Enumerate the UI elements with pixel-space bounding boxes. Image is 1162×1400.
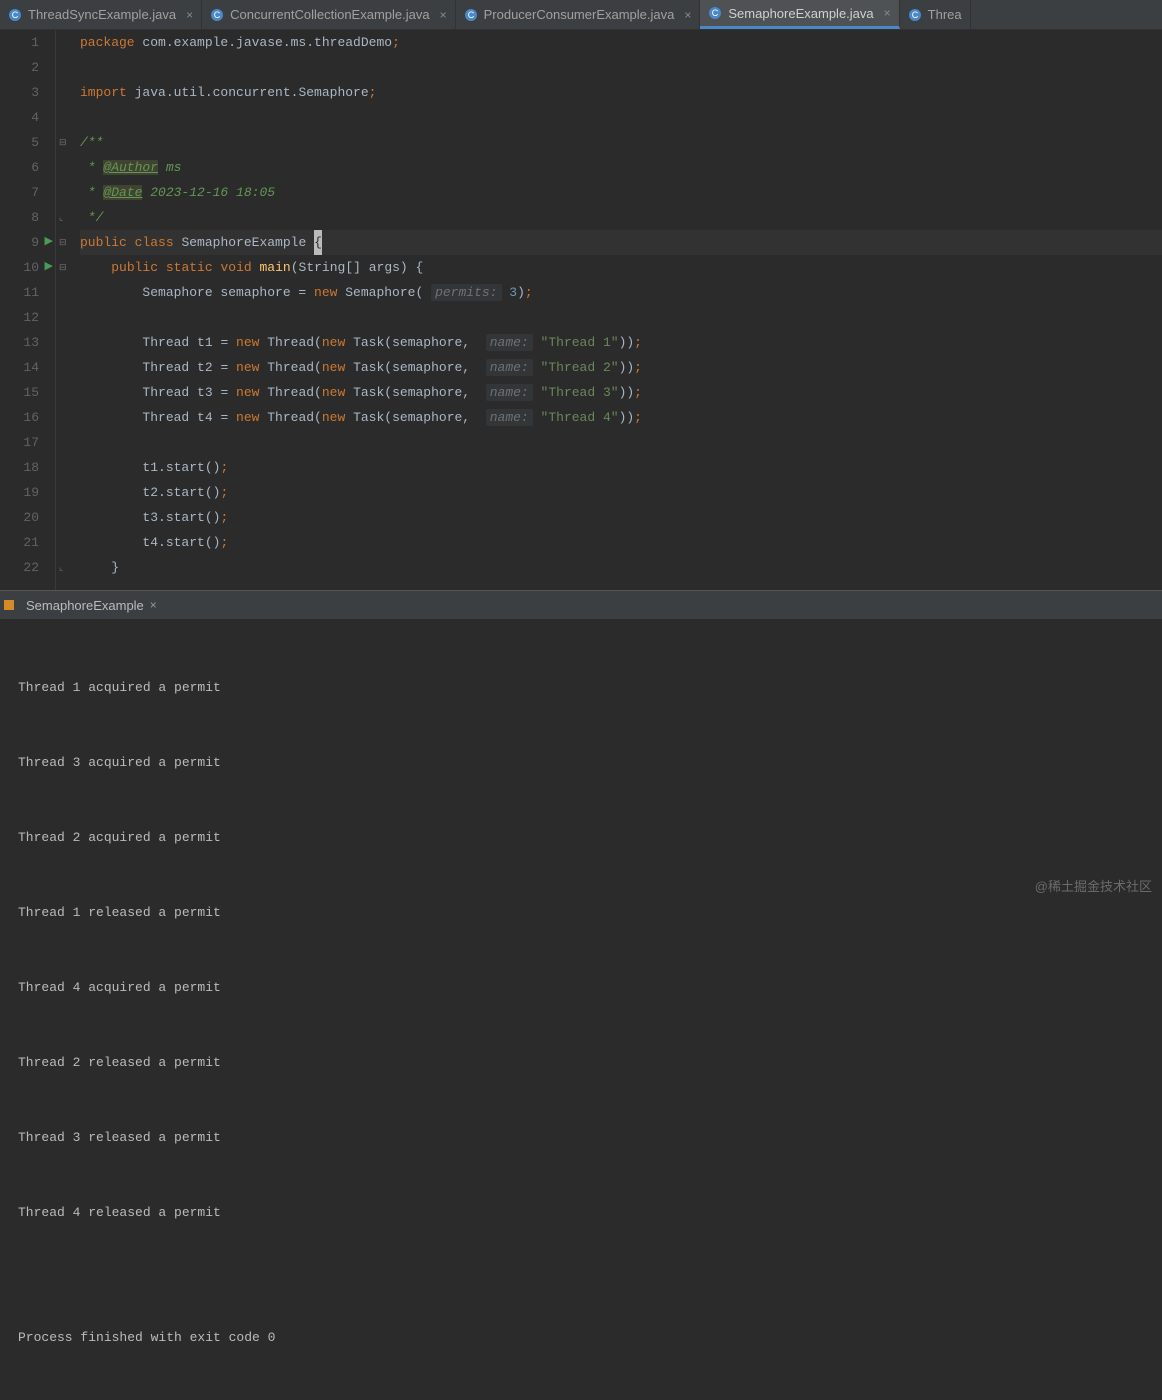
fold-column: ⊟ ⌞ ⊟ ⊟ ⌞ <box>56 30 72 590</box>
console-output[interactable]: Thread 1 acquired a permit Thread 3 acqu… <box>0 619 1162 899</box>
line-number: 3 <box>31 80 39 105</box>
inline-hint: permits: <box>431 284 501 301</box>
line-number: 11 <box>23 280 39 305</box>
console-line: Thread 4 acquired a permit <box>18 975 1144 1000</box>
fold-icon[interactable]: ⊟ <box>59 238 69 248</box>
line-number: 10▶ <box>23 255 39 280</box>
line-number: 19 <box>23 480 39 505</box>
run-tab-bar: SemaphoreExample × <box>0 591 1162 619</box>
console-line: Thread 2 released a permit <box>18 1050 1144 1075</box>
console-line: Thread 1 released a permit <box>18 900 1144 925</box>
line-number-gutter: 1 2 3 4 5 6 7 8 9▶ 10▶ 11 12 13 14 15 16… <box>0 30 56 590</box>
line-number: 21 <box>23 530 39 555</box>
console-line: Thread 2 acquired a permit <box>18 825 1144 850</box>
svg-text:C: C <box>12 10 19 20</box>
line-number: 18 <box>23 455 39 480</box>
line-number: 12 <box>23 305 39 330</box>
run-config-icon <box>4 600 14 610</box>
console-line: Thread 4 released a permit <box>18 1200 1144 1225</box>
inline-hint: name: <box>486 384 533 401</box>
line-number: 4 <box>31 105 39 130</box>
fold-end-icon[interactable]: ⌞ <box>59 213 69 223</box>
current-line: public class SemaphoreExample { <box>80 230 1162 255</box>
java-class-icon: C <box>708 6 722 20</box>
fold-end-icon[interactable]: ⌞ <box>59 563 69 573</box>
inline-hint: name: <box>486 334 533 351</box>
line-number: 14 <box>23 355 39 380</box>
run-gutter-icon[interactable]: ▶ <box>45 230 53 255</box>
tab-label: ConcurrentCollectionExample.java <box>230 7 429 22</box>
close-icon[interactable]: × <box>684 8 691 22</box>
console-line: Process finished with exit code 0 <box>18 1325 1144 1350</box>
code-area[interactable]: package com.example.javase.ms.threadDemo… <box>72 30 1162 590</box>
run-gutter-icon[interactable]: ▶ <box>45 255 53 280</box>
svg-text:C: C <box>214 10 221 20</box>
close-icon[interactable]: × <box>884 6 891 20</box>
run-tool-window: SemaphoreExample × Thread 1 acquired a p… <box>0 590 1162 899</box>
editor: 1 2 3 4 5 6 7 8 9▶ 10▶ 11 12 13 14 15 16… <box>0 30 1162 590</box>
svg-text:C: C <box>467 10 474 20</box>
fold-icon[interactable]: ⊟ <box>59 138 69 148</box>
java-class-icon: C <box>210 8 224 22</box>
line-number: 5 <box>31 130 39 155</box>
editor-tabs: C ThreadSyncExample.java × C ConcurrentC… <box>0 0 1162 30</box>
line-number: 1 <box>31 30 39 55</box>
line-number: 9▶ <box>31 230 39 255</box>
svg-text:C: C <box>911 10 918 20</box>
tab-label: SemaphoreExample.java <box>728 6 873 21</box>
line-number: 8 <box>31 205 39 230</box>
tab-producerconsumer[interactable]: C ProducerConsumerExample.java × <box>456 0 701 29</box>
run-tab-label: SemaphoreExample <box>26 598 144 613</box>
java-class-icon: C <box>464 8 478 22</box>
console-line: Thread 1 acquired a permit <box>18 675 1144 700</box>
fold-icon[interactable]: ⊟ <box>59 263 69 273</box>
tab-label: ThreadSyncExample.java <box>28 7 176 22</box>
tab-label: ProducerConsumerExample.java <box>484 7 675 22</box>
line-number: 7 <box>31 180 39 205</box>
close-icon[interactable]: × <box>150 598 157 612</box>
svg-text:C: C <box>712 8 719 18</box>
tab-threadsync[interactable]: C ThreadSyncExample.java × <box>0 0 202 29</box>
line-number: 6 <box>31 155 39 180</box>
line-number: 22 <box>23 555 39 580</box>
java-class-icon: C <box>908 8 922 22</box>
tab-semaphore[interactable]: C SemaphoreExample.java × <box>700 0 899 29</box>
line-number: 20 <box>23 505 39 530</box>
line-number: 13 <box>23 330 39 355</box>
tab-partial[interactable]: C Threa <box>900 0 971 29</box>
line-number: 2 <box>31 55 39 80</box>
line-number: 16 <box>23 405 39 430</box>
tab-concurrentcollection[interactable]: C ConcurrentCollectionExample.java × <box>202 0 455 29</box>
run-tab[interactable]: SemaphoreExample × <box>20 598 163 613</box>
watermark: @稀土掘金技术社区 <box>1035 876 1152 895</box>
console-line: Thread 3 acquired a permit <box>18 750 1144 775</box>
line-number: 17 <box>23 430 39 455</box>
close-icon[interactable]: × <box>186 8 193 22</box>
inline-hint: name: <box>486 359 533 376</box>
tab-label: Threa <box>928 7 962 22</box>
java-class-icon: C <box>8 8 22 22</box>
line-number: 15 <box>23 380 39 405</box>
inline-hint: name: <box>486 409 533 426</box>
close-icon[interactable]: × <box>440 8 447 22</box>
console-line: Thread 3 released a permit <box>18 1125 1144 1150</box>
